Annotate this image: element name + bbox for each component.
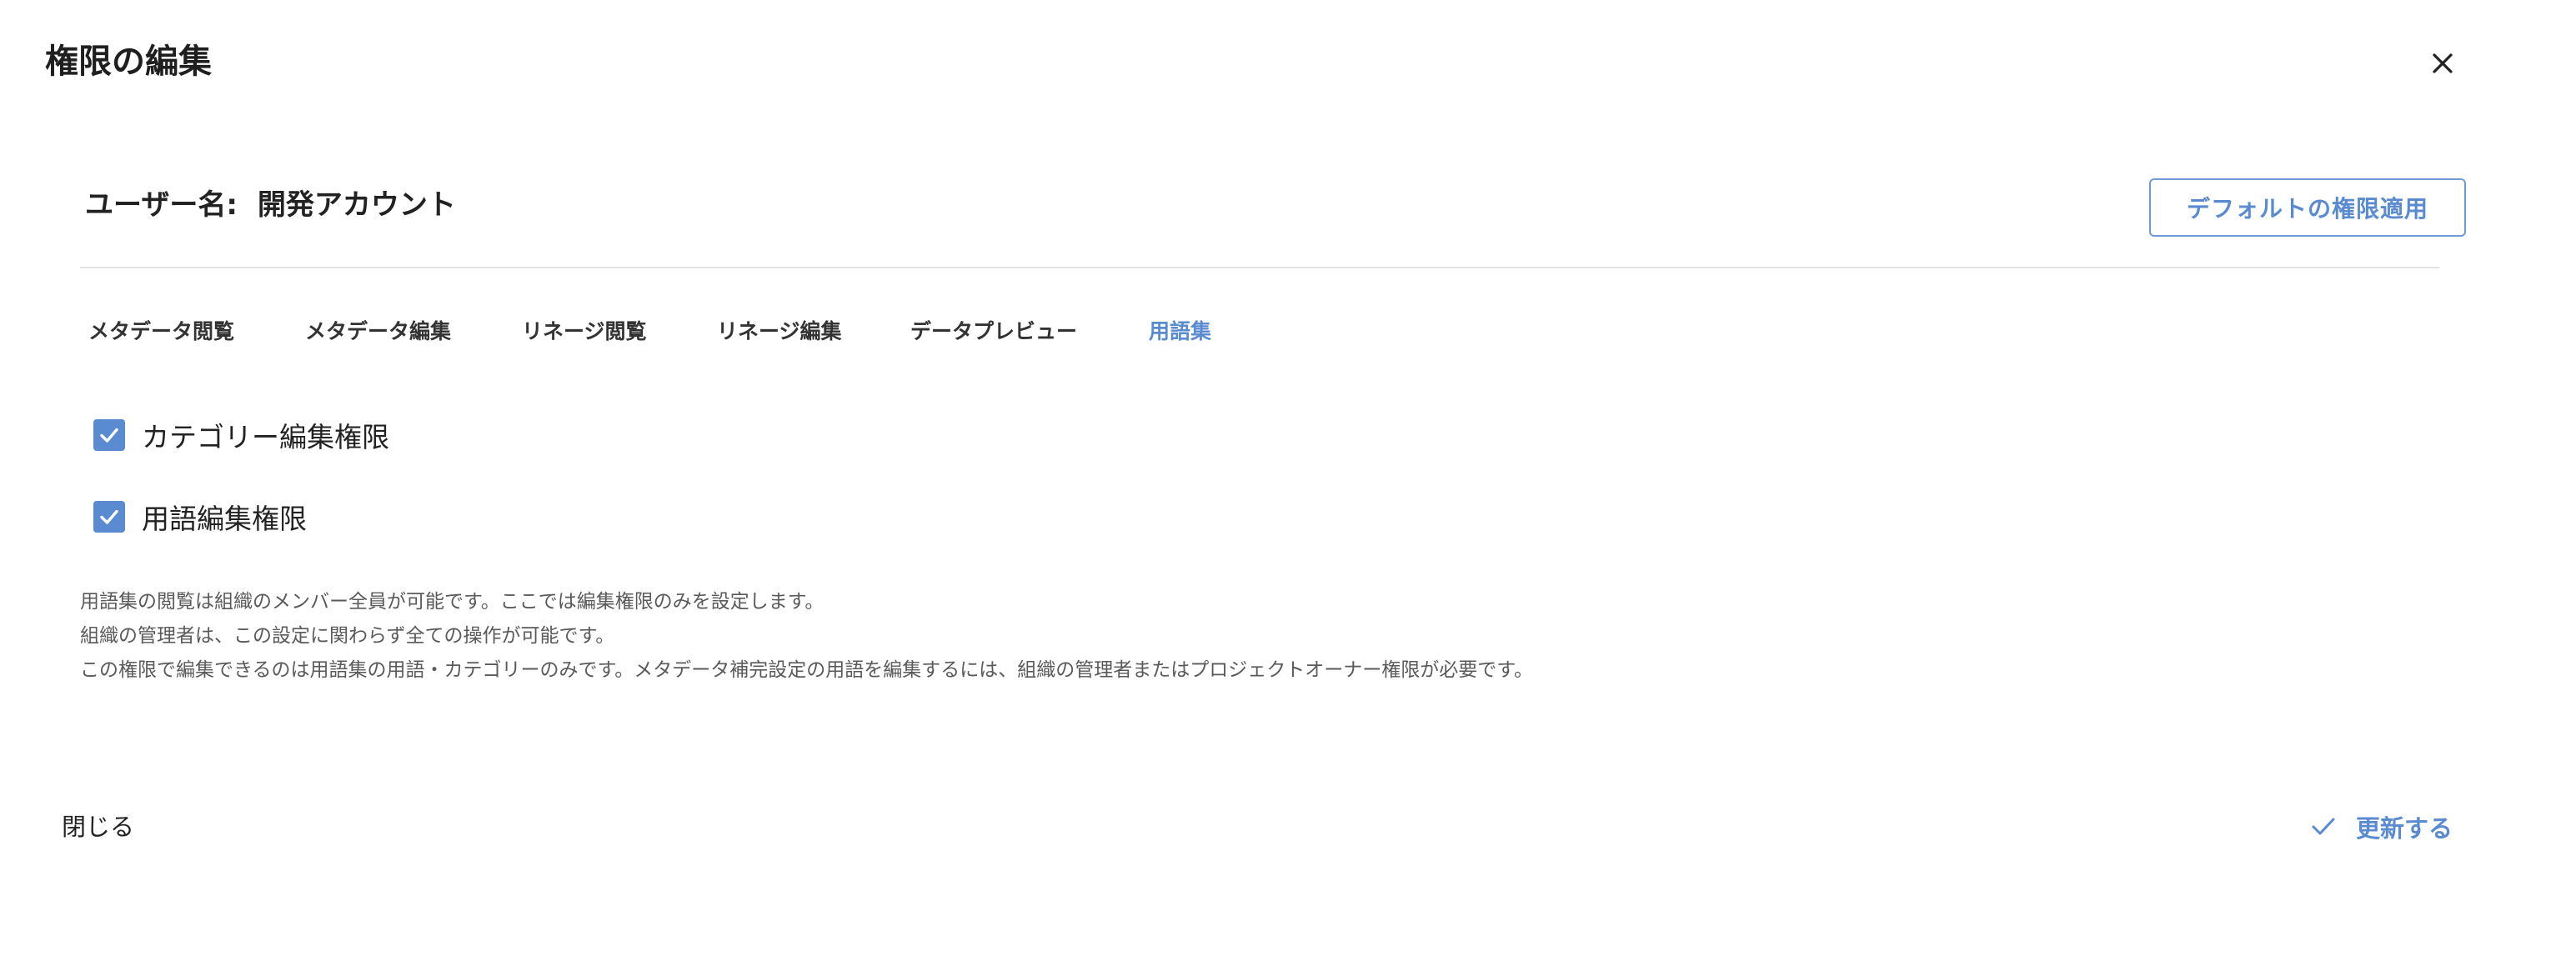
tab-glossary[interactable]: 用語集 [1149,315,1211,348]
tab-lineage-edit[interactable]: リネージ編集 [717,315,842,348]
tab-metadata-view[interactable]: メタデータ閲覧 [88,315,234,348]
user-name-label: ユーザー名: [85,188,238,222]
check-icon [2311,816,2336,838]
apply-default-permissions-button[interactable]: デフォルトの権限適用 [2149,178,2466,237]
category-edit-permission-checkbox[interactable]: カテゴリー編集権限 [93,415,389,455]
user-name-value: 開発アカウント [257,188,456,222]
tab-metadata-edit[interactable]: メタデータ編集 [305,315,451,348]
term-edit-permission-checkbox[interactable]: 用語編集権限 [93,497,307,537]
checkbox-checked-icon[interactable] [93,419,125,451]
tab-lineage-view[interactable]: リネージ閲覧 [522,315,647,348]
category-edit-permission-label: カテゴリー編集権限 [142,421,389,453]
help-notes: 用語集の閲覧は組織のメンバー全員が可能です。ここでは編集権限のみを設定します。 … [80,585,1533,688]
divider [80,267,2439,268]
note-line: この権限で編集できるのは用語集の用語・カテゴリーのみです。メタデータ補完設定の用… [80,659,1533,681]
dialog-title: 権限の編集 [45,43,212,81]
edit-permissions-dialog: 権限の編集 ユーザー名: 開発アカウント デフォルトの権限適用 メタデータ閲覧 メ… [0,0,2576,961]
update-button-label: 更新する [2356,814,2453,843]
checkbox-checked-icon[interactable] [93,501,125,533]
close-icon [2432,53,2453,74]
tab-data-preview[interactable]: データプレビュー [910,315,1077,348]
update-button[interactable]: 更新する [2311,808,2453,845]
note-line: 用語集の閲覧は組織のメンバー全員が可能です。ここでは編集権限のみを設定します。 [80,591,824,613]
term-edit-permission-label: 用語編集権限 [142,503,307,535]
close-dialog-button[interactable]: 閉じる [62,808,134,845]
note-line: 組織の管理者は、この設定に関わらず全ての操作が可能です。 [80,625,615,647]
close-button[interactable] [2421,42,2464,85]
user-name-row: ユーザー名: 開発アカウント [85,185,456,225]
